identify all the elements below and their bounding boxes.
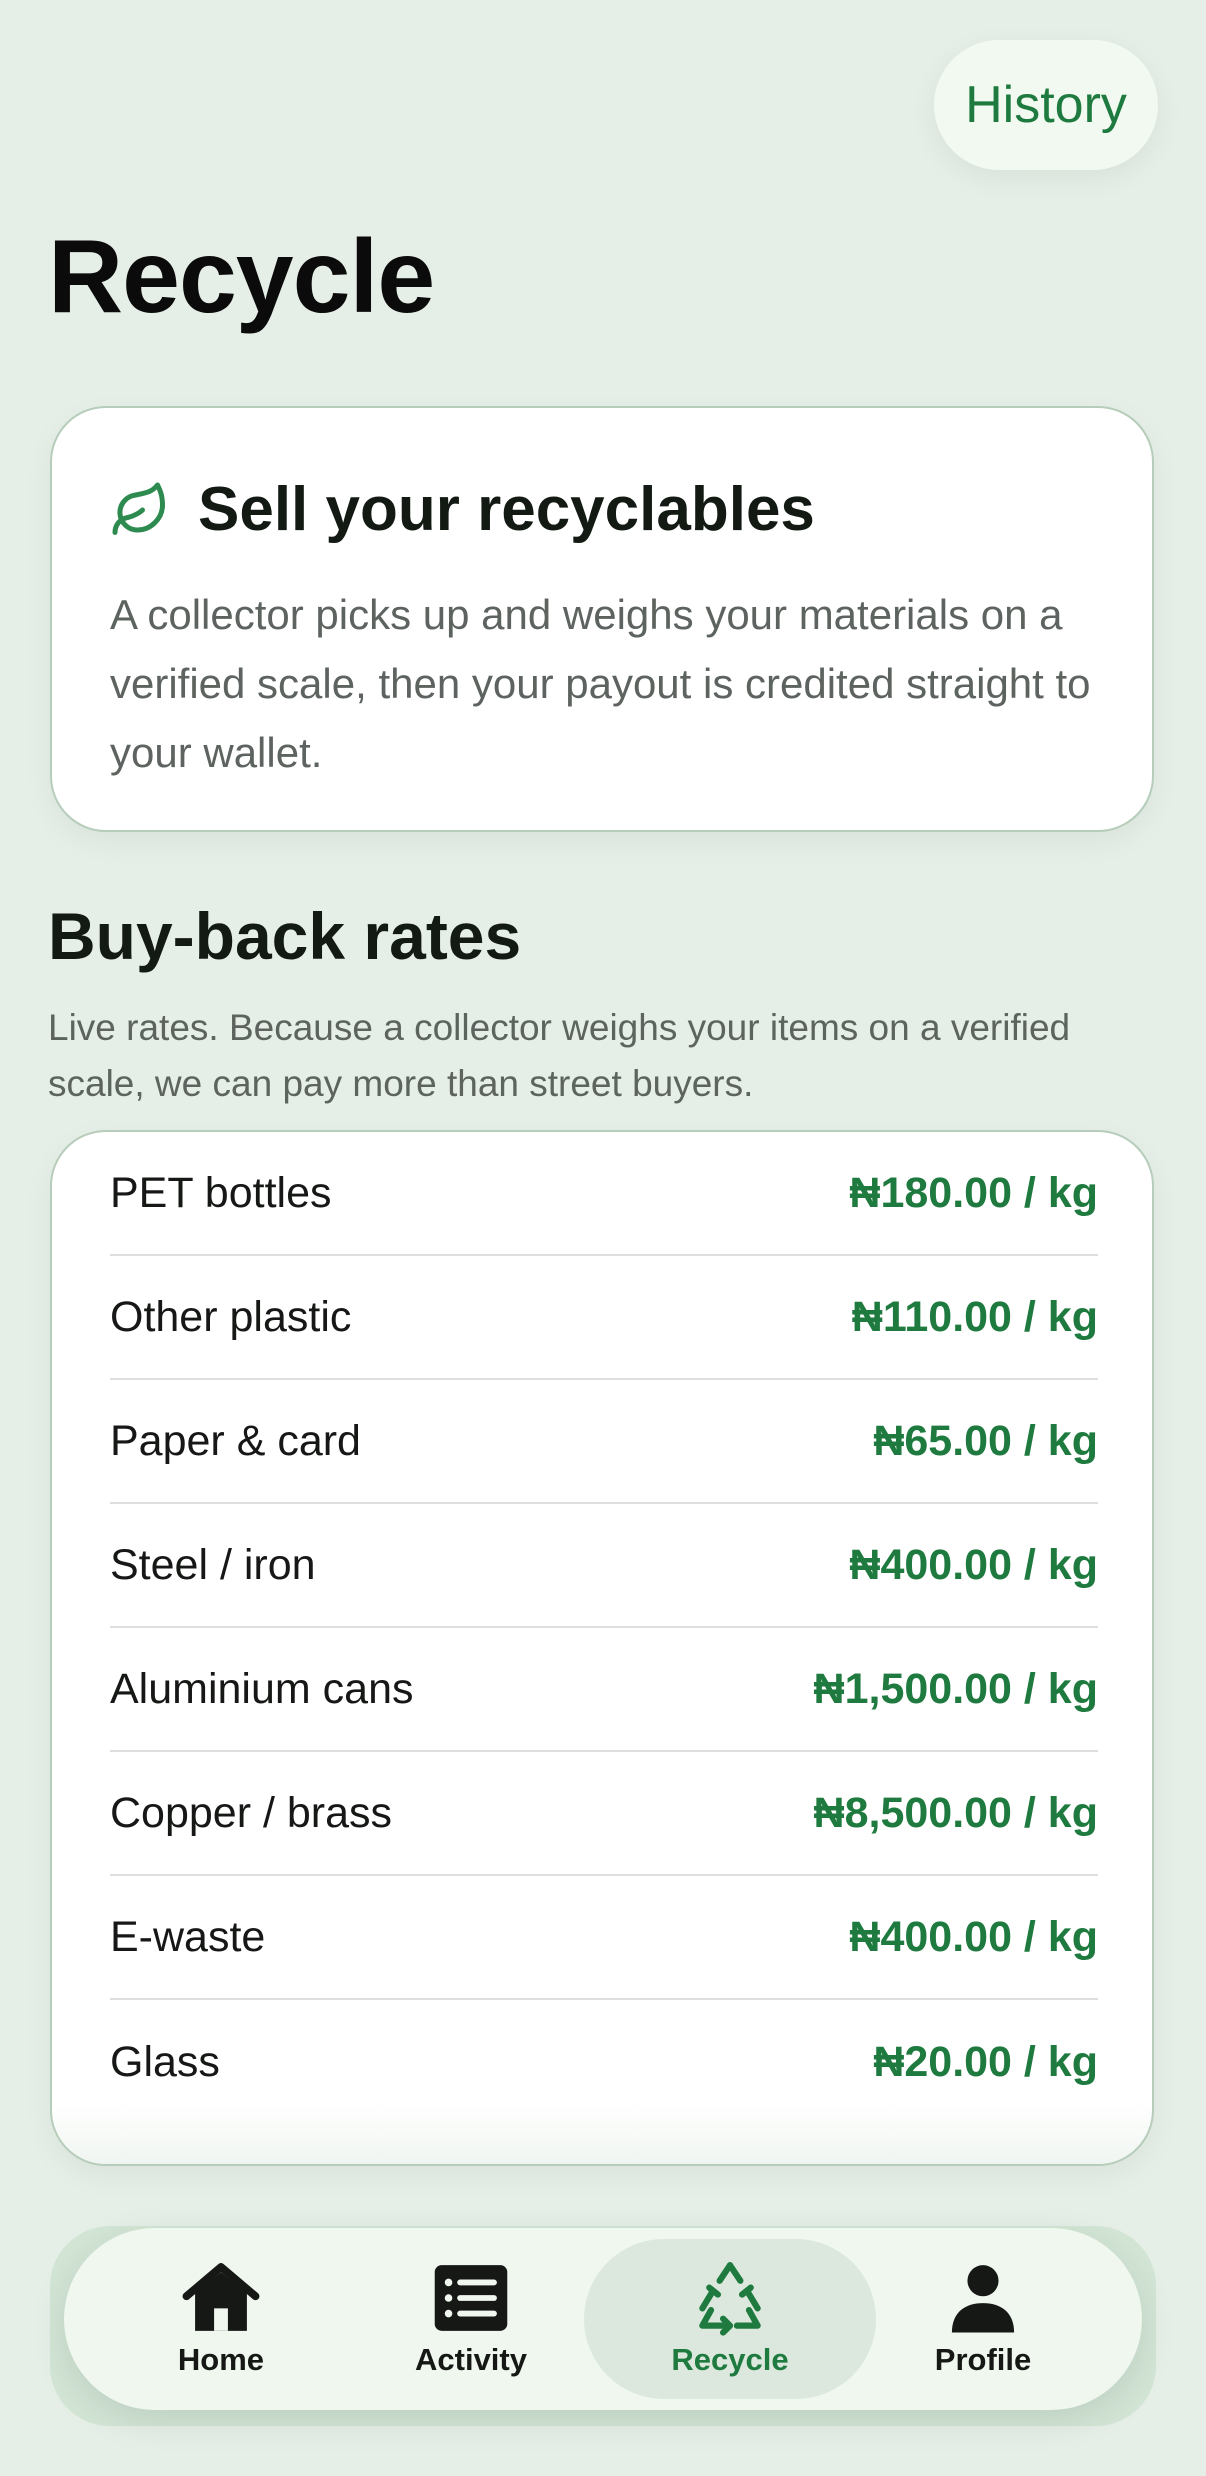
rate-price: ₦400.00 / kg [849,1912,1098,1961]
rate-row-copper-brass: Copper / brass ₦8,500.00 / kg [110,1752,1098,1876]
rate-row-pet-bottles: PET bottles ₦180.00 / kg [110,1132,1098,1256]
rate-price: ₦8,500.00 / kg [813,1788,1098,1837]
rate-name: PET bottles [110,1168,332,1217]
rate-price: ₦65.00 / kg [873,1416,1098,1465]
nav-label: Profile [934,2342,1032,2377]
nav-label: Home [177,2342,265,2377]
nav-item-recycle[interactable]: Recycle [605,2228,855,2410]
intro-description: A collector picks up and weighs your mat… [110,591,1091,776]
rate-name: E-waste [110,1912,266,1961]
rates-title: Buy-back rates [48,899,522,973]
nav-item-home[interactable]: Home [96,2228,346,2410]
rate-row-paper-card: Paper & card ₦65.00 / kg [110,1380,1098,1504]
rate-price: ₦110.00 / kg [851,1292,1098,1341]
recycle-icon [699,2262,761,2336]
rate-row-e-waste: E-waste ₦400.00 / kg [110,1876,1098,2000]
rate-name: Steel / iron [110,1540,316,1589]
rate-price: ₦400.00 / kg [849,1540,1098,1589]
history-button[interactable]: History [934,40,1158,170]
rate-name: Copper / brass [110,1788,393,1837]
rates-subtitle: Live rates. Because a collector weighs y… [48,1007,1071,1104]
rate-price: ₦180.00 / kg [849,1168,1098,1217]
person-icon [951,2265,1015,2333]
rate-row-other-plastic: Other plastic ₦110.00 / kg [110,1256,1098,1380]
rates-card: PET bottles ₦180.00 / kg Other plastic ₦… [50,1130,1154,2166]
rate-name: Glass [110,2037,220,2086]
home-icon [182,2263,260,2331]
rate-row-steel-iron: Steel / iron ₦400.00 / kg [110,1504,1098,1628]
rate-price: ₦20.00 / kg [873,2037,1098,2086]
bottom-nav: Home Activity Recycle Profile [64,2228,1142,2410]
nav-item-profile[interactable]: Profile [858,2228,1108,2410]
nav-label: Activity [415,2342,527,2377]
intro-card: Sell your recyclables A collector picks … [50,406,1154,832]
rate-row-aluminium-cans: Aluminium cans ₦1,500.00 / kg [110,1628,1098,1752]
nav-item-activity[interactable]: Activity [346,2228,596,2410]
intro-title: Sell your recyclables [198,475,815,544]
page-title: Recycle [48,219,435,335]
rate-name: Paper & card [110,1416,361,1465]
scroll-fade [52,2104,1152,2164]
intro-header: Sell your recyclables [110,474,815,545]
leaf-icon [112,482,165,535]
rate-name: Other plastic [110,1292,352,1341]
rate-price: ₦1,500.00 / kg [813,1664,1098,1713]
nav-label: Recycle [671,2342,789,2377]
list-icon [434,2265,508,2331]
rate-name: Aluminium cans [110,1664,414,1713]
